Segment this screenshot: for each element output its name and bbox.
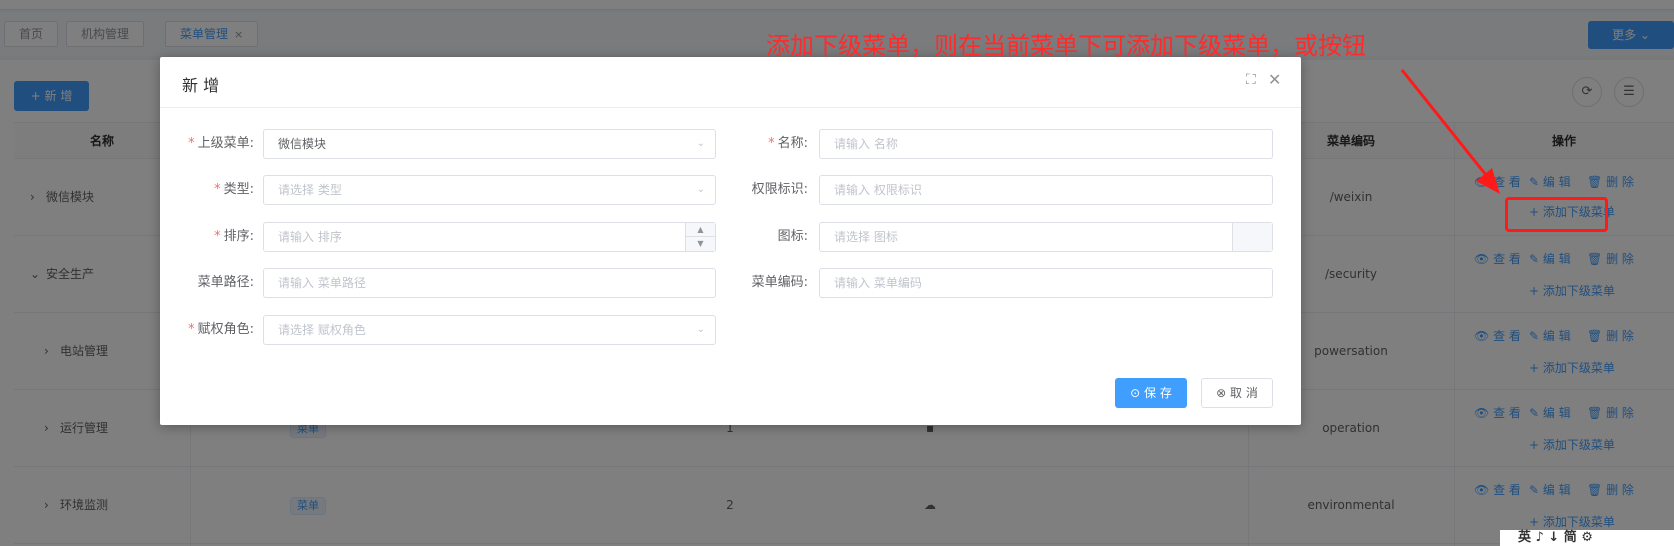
permission-input[interactable]: 请输入 权限标识 [819, 175, 1273, 205]
field-label-parent: * 上级菜单: [188, 136, 254, 151]
role-select[interactable]: 请选择 赋权角色 ⌄ [263, 315, 716, 345]
chevron-down-icon: ⌄ [696, 324, 705, 335]
stepper-up-icon[interactable]: ▲ [686, 223, 715, 237]
type-select[interactable]: 请选择 类型 ⌄ [263, 175, 716, 205]
field-label-role: * 赋权角色: [188, 322, 254, 337]
annotation-text: 添加下级菜单，则在当前菜单下可添加下级菜单，或按钮 [766, 32, 1366, 60]
chevron-down-icon: ⌄ [696, 138, 705, 149]
path-input[interactable]: 请输入 菜单路径 [263, 268, 716, 298]
field-label-type: * 类型: [214, 182, 254, 197]
icon-picker-button[interactable] [1232, 223, 1272, 251]
icon-input[interactable]: 请选择 图标 [819, 222, 1273, 252]
cancel-button[interactable]: ⊗ 取 消 [1201, 378, 1273, 408]
parent-menu-select[interactable]: 微信模块 ⌄ [263, 129, 716, 159]
fullscreen-icon[interactable]: ⛶ [1246, 72, 1256, 88]
field-label-sort: * 排序: [214, 229, 254, 244]
annotation-highlight-box [1505, 197, 1608, 232]
quantity-stepper[interactable]: ▲ ▼ [685, 223, 715, 251]
sort-input[interactable]: 请输入 排序 ▲ ▼ [263, 222, 716, 252]
dialog-header: 新 增 ⛶ ✕ [160, 57, 1301, 108]
close-icon[interactable]: ✕ [1268, 70, 1281, 89]
field-label-code: 菜单编码: [751, 275, 808, 290]
field-label-permission: 权限标识: [751, 182, 808, 197]
field-label-name: * 名称: [768, 136, 808, 151]
ime-toolbar: 英 ♪ ↓ 简 ⚙ [1500, 530, 1674, 546]
field-label-icon: 图标: [777, 229, 808, 244]
add-dialog: 新 增 ⛶ ✕ * 上级菜单: 微信模块 ⌄ * 名称: 请输入 名称 * 类型: 请选… [160, 57, 1301, 425]
field-label-path: 菜单路径: [197, 275, 254, 290]
chevron-down-icon: ⌄ [696, 184, 705, 195]
code-input[interactable]: 请输入 菜单编码 [819, 268, 1273, 298]
save-button[interactable]: ⊙ 保 存 [1115, 378, 1187, 408]
stepper-down-icon[interactable]: ▼ [686, 237, 715, 251]
name-input[interactable]: 请输入 名称 [819, 129, 1273, 159]
dialog-title: 新 增 [182, 76, 220, 95]
